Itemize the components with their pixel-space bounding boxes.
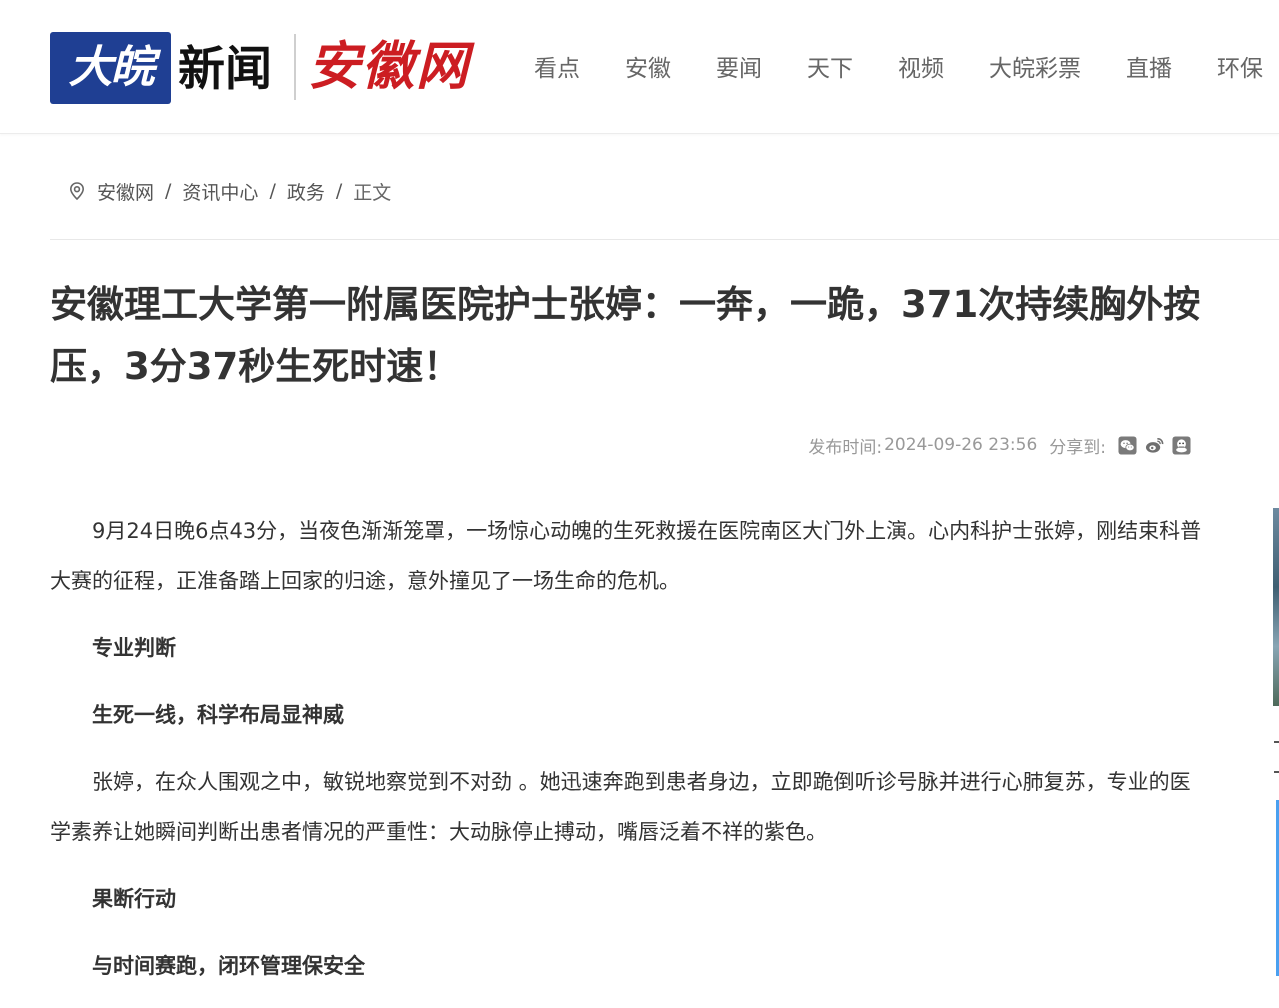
breadcrumb-item-politics[interactable]: 政务: [287, 178, 325, 205]
nav-item-yaowen[interactable]: 要闻: [716, 52, 762, 86]
location-pin-icon: [69, 182, 85, 201]
dawan-logo[interactable]: 大皖: [50, 32, 171, 104]
logo-divider: [294, 34, 296, 100]
nav-item-shipin[interactable]: 视频: [898, 52, 944, 86]
publish-time: 2024-09-26 23:56: [884, 435, 1038, 455]
nav-item-anhui[interactable]: 安徽: [625, 52, 671, 86]
logo-news-text[interactable]: 新闻: [178, 34, 272, 106]
nav-item-huanbao[interactable]: 环保: [1217, 52, 1263, 86]
nav-item-lottery[interactable]: 大皖彩票: [989, 52, 1081, 86]
logo-mark-text: 大皖: [68, 42, 155, 93]
nav-item-kandian[interactable]: 看点: [534, 52, 580, 86]
qq-icon[interactable]: [1172, 435, 1191, 455]
sidebar-text-clipped: [1274, 771, 1279, 773]
article-subheading: 专业判断: [92, 636, 176, 660]
breadcrumb-item-home[interactable]: 安徽网: [97, 178, 154, 205]
breadcrumb-current: 正文: [353, 181, 392, 204]
breadcrumb-separator: /: [269, 180, 276, 202]
article-subheading: 生死一线，科学布局显神威: [92, 703, 344, 727]
anhui-net-logo[interactable]: 安徽网: [308, 34, 470, 100]
article-subheading: 果断行动: [92, 887, 176, 911]
publish-time-label: 发布时间:: [808, 437, 883, 458]
article-paragraph: 9月24日晚6点43分，当夜色渐渐笼罩，一场惊心动魄的生死救援在医院南区大门外上…: [50, 519, 1202, 593]
article-title: 安徽理工大学第一附属医院护士张婷：一奔，一跪，371次持续胸外按压，3分37秒生…: [50, 283, 1201, 388]
breadcrumb-divider: [50, 239, 1279, 240]
breadcrumb-item-news-center[interactable]: 资讯中心: [182, 178, 258, 205]
article-meta: 发布时间: 2024-09-26 23:56 分享到:: [808, 432, 1191, 458]
main-nav: 看点 安徽 要闻 天下 视频 大皖彩票 直播 环保: [534, 52, 1279, 86]
breadcrumb: 安徽网 / 资讯中心 / 政务 / 正文: [67, 176, 391, 206]
article-paragraph: 张婷，在众人围观之中，敏锐地察觉到不对劲 。她迅速奔跑到患者身边，立即跪倒听诊号…: [50, 770, 1191, 844]
article-body: 9月24日晚6点43分，当夜色渐渐笼罩，一场惊心动魄的生死救援在医院南区大门外上…: [50, 506, 1210, 1008]
site-header: 大皖 新闻 安徽网 看点 安徽 要闻 天下 视频 大皖彩票 直播 环保: [0, 0, 1279, 134]
nav-item-zhibo[interactable]: 直播: [1126, 52, 1172, 86]
breadcrumb-separator: /: [335, 180, 343, 202]
wechat-icon[interactable]: [1118, 435, 1137, 455]
sidebar-text-clipped: [1274, 741, 1279, 743]
weibo-icon[interactable]: [1145, 436, 1164, 455]
article-subheading: 与时间赛跑，闭环管理保安全: [92, 954, 365, 978]
sidebar-image-clipped[interactable]: [1273, 508, 1279, 706]
share-label: 分享到:: [1049, 437, 1106, 458]
breadcrumb-separator: /: [165, 180, 172, 202]
nav-item-tianxia[interactable]: 天下: [807, 52, 853, 86]
